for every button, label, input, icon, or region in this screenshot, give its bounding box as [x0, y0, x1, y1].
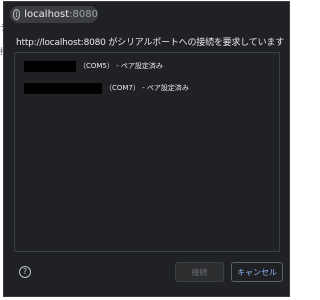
port-label: （COM5） - ペア設定済み [79, 62, 163, 70]
redacted-device-name [24, 82, 102, 94]
origin-host: localhost [24, 9, 70, 20]
redacted-device-name [24, 60, 76, 72]
serial-port-permission-dialog: i localhost:8080 http://localhost:8080 が… [3, 1, 290, 297]
cancel-button[interactable]: キャンセル [231, 262, 283, 282]
info-icon: i [13, 9, 21, 20]
origin-chip[interactable]: i localhost:8080 [10, 6, 98, 23]
dialog-title: http://localhost:8080 がシリアルポートへの接続を要求してい… [16, 38, 285, 48]
port-list: （COM5） - ペア設定済み （COM7） - ペア設定済み [14, 52, 280, 252]
origin-text: localhost:8080 [24, 9, 98, 20]
port-list-item[interactable]: （COM7） - ペア設定済み [24, 82, 189, 94]
port-list-item[interactable]: （COM5） - ペア設定済み [24, 60, 163, 72]
origin-port: :8080 [69, 9, 98, 20]
port-label: （COM7） - ペア設定済み [105, 84, 189, 92]
connect-button[interactable]: 接続 [175, 262, 224, 282]
help-icon[interactable]: ? [19, 266, 31, 278]
